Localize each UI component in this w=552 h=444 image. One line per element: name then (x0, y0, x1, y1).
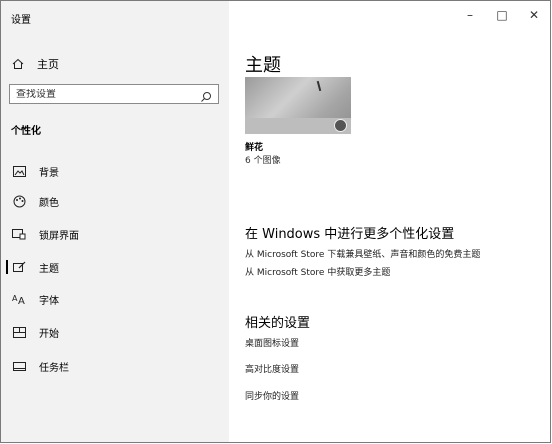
related-settings-heading: 相关的设置 (245, 316, 311, 331)
search-input[interactable] (10, 88, 202, 100)
sidebar-item-label: 主题 (39, 263, 59, 275)
sidebar: 设置 主页 个性化 背景 颜色 (1, 1, 229, 442)
desktop-icon-settings-link[interactable]: 桌面图标设置 (245, 336, 299, 349)
home-nav-item[interactable]: 主页 (11, 56, 59, 72)
sidebar-item-fonts[interactable]: AA 字体 (1, 289, 229, 309)
settings-window: 设置 主页 个性化 背景 颜色 (0, 0, 551, 443)
more-themes-link[interactable]: 从 Microsoft Store 中获取更多主题 (245, 265, 390, 278)
palette-icon (11, 195, 27, 208)
app-title: 设置 (11, 15, 31, 26)
sidebar-item-label: 颜色 (39, 197, 59, 209)
font-icon: AA (11, 293, 27, 305)
theme-badge-icon (334, 119, 347, 132)
sidebar-item-label: 字体 (39, 295, 59, 307)
theme-image-count: 6 个图像 (245, 156, 281, 166)
close-button[interactable]: ✕ (518, 1, 550, 29)
search-box[interactable] (9, 84, 219, 104)
search-icon[interactable] (200, 88, 212, 107)
page-title: 主题 (245, 55, 281, 76)
taskbar-icon (11, 361, 27, 371)
theme-name: 鲜花 (245, 143, 264, 153)
more-personalization-heading: 在 Windows 中进行更多个性化设置 (245, 227, 455, 242)
high-contrast-settings-link[interactable]: 高对比度设置 (245, 362, 299, 375)
theme-thumbnail[interactable] (245, 77, 351, 134)
sidebar-item-taskbar[interactable]: 任务栏 (1, 356, 229, 376)
sidebar-item-background[interactable]: 背景 (1, 161, 229, 181)
sync-settings-link[interactable]: 同步你的设置 (245, 389, 299, 402)
sidebar-item-colors[interactable]: 颜色 (1, 191, 229, 211)
sidebar-item-start[interactable]: 开始 (1, 322, 229, 342)
home-icon (11, 58, 25, 70)
svg-text:A: A (18, 296, 25, 305)
free-themes-link[interactable]: 从 Microsoft Store 下载兼具壁纸、声音和颜色的免费主题 (245, 247, 480, 260)
start-icon (11, 326, 27, 338)
home-label: 主页 (37, 58, 59, 71)
lock-screen-icon (11, 228, 27, 240)
sidebar-item-themes[interactable]: 主题 (1, 257, 229, 277)
sidebar-item-label: 背景 (39, 167, 59, 179)
section-title: 个性化 (11, 126, 41, 137)
window-controls: – □ ✕ (454, 1, 550, 33)
maximize-button[interactable]: □ (486, 1, 518, 29)
sidebar-item-label: 任务栏 (39, 362, 69, 374)
picture-icon (11, 165, 27, 177)
minimize-button[interactable]: – (454, 1, 486, 29)
flower-stem-decoration (316, 80, 322, 92)
sidebar-item-lock-screen[interactable]: 锁屏界面 (1, 224, 229, 244)
sidebar-item-label: 锁屏界面 (39, 230, 79, 242)
sidebar-item-label: 开始 (39, 328, 59, 340)
theme-brush-icon (11, 261, 27, 273)
